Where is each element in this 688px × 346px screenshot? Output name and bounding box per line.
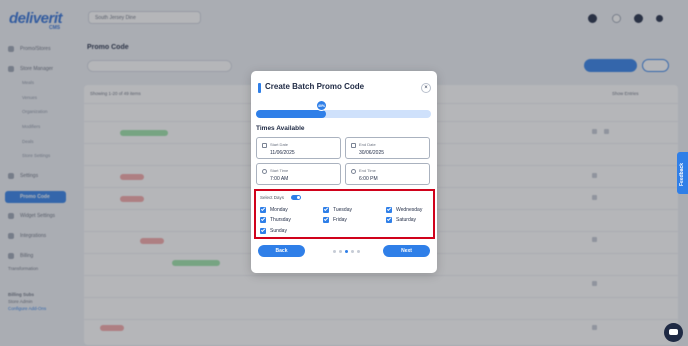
step-dot-active <box>345 250 348 253</box>
chat-bubble-icon[interactable] <box>664 323 683 342</box>
day-checkbox-thursday[interactable]: Thursday <box>260 216 291 223</box>
day-label: Sunday <box>270 227 287 234</box>
calendar-icon <box>262 143 267 148</box>
checkbox-checked-icon <box>323 216 329 223</box>
select-days-toggle[interactable] <box>291 195 301 200</box>
step-dots <box>333 250 360 253</box>
day-checkbox-friday[interactable]: Friday <box>323 216 347 223</box>
step-dot <box>351 250 354 253</box>
start-time-field[interactable]: Start Time 7:00 AM <box>256 163 341 185</box>
select-days-panel: Select Days Monday Tuesday Wednesday Thu… <box>254 189 435 239</box>
field-value: 30/06/2025 <box>359 150 385 156</box>
end-date-field[interactable]: End Date 30/06/2025 <box>345 137 430 159</box>
progress-bar <box>256 110 431 118</box>
checkbox-checked-icon <box>260 216 266 223</box>
field-label: Start Time <box>270 168 289 173</box>
start-date-field[interactable]: Start Date 11/06/2025 <box>256 137 341 159</box>
step-dot <box>357 250 360 253</box>
section-title: Times Available <box>256 125 305 132</box>
checkbox-checked-icon <box>386 206 392 213</box>
day-checkbox-monday[interactable]: Monday <box>260 206 288 213</box>
day-checkbox-tuesday[interactable]: Tuesday <box>323 206 352 213</box>
next-button[interactable]: Next <box>383 245 430 257</box>
field-value: 6:00 PM <box>359 176 378 182</box>
back-button[interactable]: Back <box>258 245 305 257</box>
day-checkbox-sunday[interactable]: Sunday <box>260 227 287 234</box>
progress-indicator: 40% <box>316 100 327 111</box>
step-dot <box>339 250 342 253</box>
close-icon[interactable]: × <box>421 83 431 93</box>
checkbox-checked-icon <box>260 227 266 234</box>
field-value: 11/06/2025 <box>270 150 295 156</box>
progress-fill <box>256 110 326 118</box>
modal-title: Create Batch Promo Code <box>265 82 365 91</box>
day-label: Friday <box>333 216 347 223</box>
day-label: Thursday <box>270 216 291 223</box>
feedback-label: Feedback <box>679 162 685 186</box>
day-label: Saturday <box>396 216 417 223</box>
field-label: End Date <box>359 142 376 147</box>
clock-icon <box>351 169 356 174</box>
field-label: Start Date <box>270 142 289 147</box>
title-accent-bar <box>258 83 261 93</box>
calendar-icon <box>351 143 356 148</box>
clock-icon <box>262 169 267 174</box>
field-label: End Time <box>359 168 376 173</box>
create-batch-promo-modal: Create Batch Promo Code × 40% Times Avai… <box>251 71 437 273</box>
checkbox-checked-icon <box>260 206 266 213</box>
field-value: 7:00 AM <box>270 176 289 182</box>
day-checkbox-saturday[interactable]: Saturday <box>386 216 416 223</box>
day-label: Monday <box>270 206 288 213</box>
step-dot <box>333 250 336 253</box>
day-label: Tuesday <box>333 206 352 213</box>
checkbox-checked-icon <box>386 216 392 223</box>
checkbox-checked-icon <box>323 206 329 213</box>
end-time-field[interactable]: End Time 6:00 PM <box>345 163 430 185</box>
day-label: Wednesday <box>396 206 423 213</box>
day-checkbox-wednesday[interactable]: Wednesday <box>386 206 422 213</box>
progress-label: 40% <box>318 104 326 108</box>
select-days-label: Select Days <box>260 195 285 200</box>
feedback-tab[interactable]: Feedback <box>677 152 688 194</box>
